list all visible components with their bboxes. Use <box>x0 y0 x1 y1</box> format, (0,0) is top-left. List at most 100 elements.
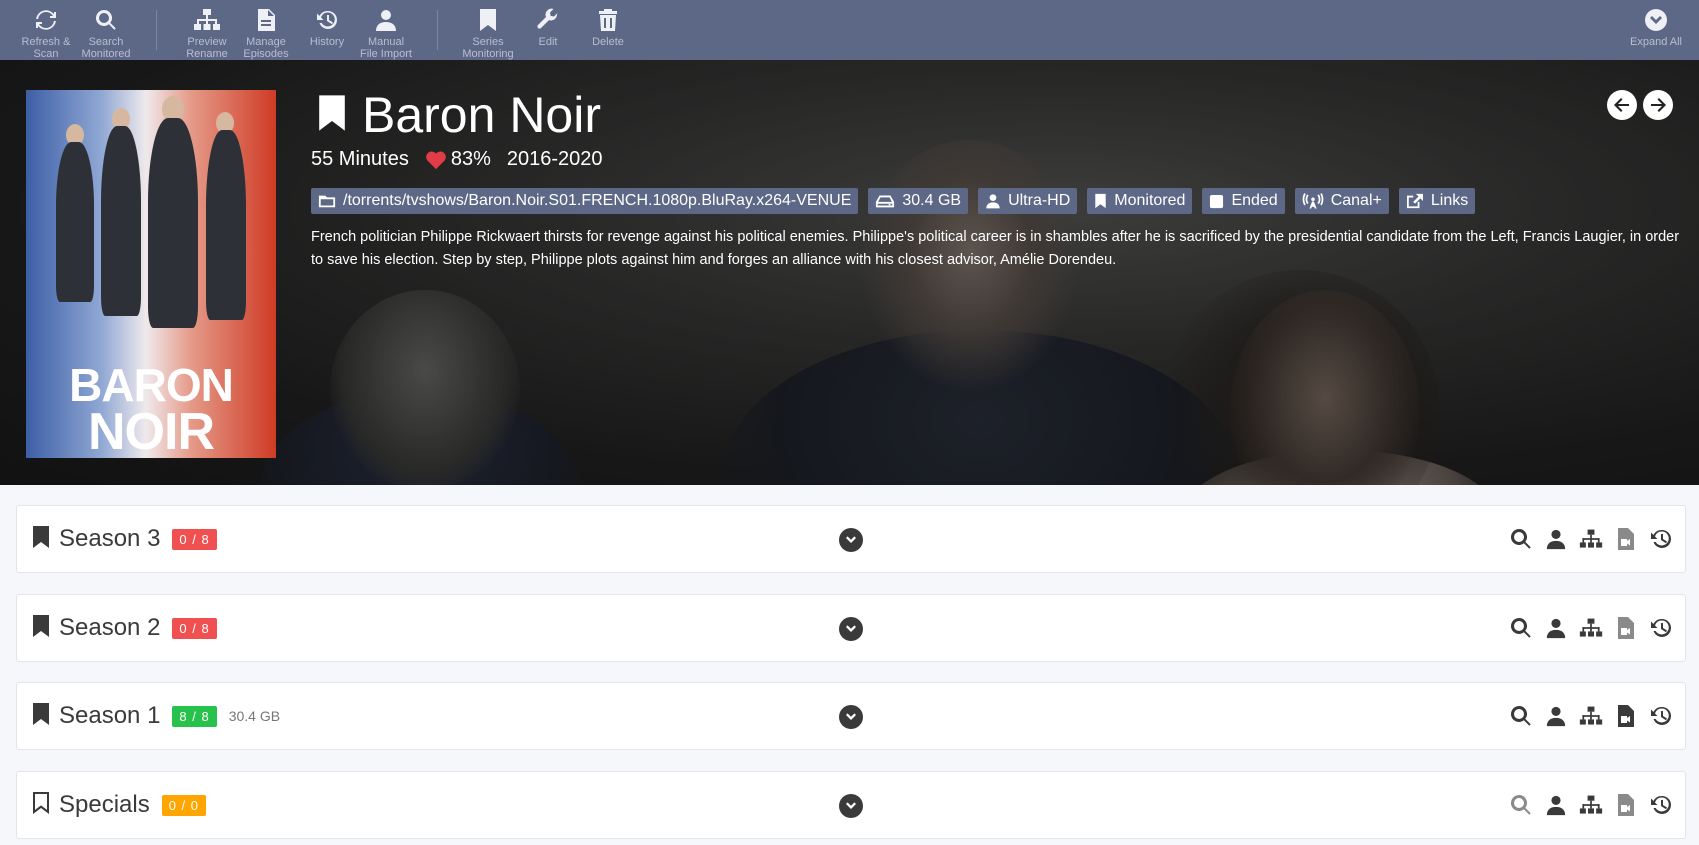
season-history-button[interactable] <box>1649 792 1673 818</box>
network-tag: Canal+ <box>1294 188 1389 214</box>
heart-icon <box>426 151 446 169</box>
rating: 83% <box>425 148 491 171</box>
series-title-row: Baron Noir <box>316 86 601 144</box>
manual-import-button[interactable]: Manual File Import <box>356 6 416 60</box>
path-tag: /torrents/tvshows/Baron.Noir.S01.FRENCH.… <box>311 188 859 214</box>
history-icon <box>1651 618 1671 637</box>
season-episodes-file-button[interactable] <box>1614 615 1638 641</box>
season-monitor-bookmark-icon[interactable] <box>31 702 51 731</box>
arrow-left-icon <box>1614 98 1629 112</box>
search-icon <box>94 6 118 34</box>
file-video-icon <box>1618 794 1634 816</box>
size-tag: 30.4 GB <box>868 188 969 214</box>
season-episodes-file-button[interactable] <box>1614 526 1638 552</box>
toolbar: Refresh & Scan Search Monitored Preview … <box>0 0 1699 60</box>
history-icon <box>1651 706 1671 725</box>
delete-button[interactable]: Delete <box>588 6 628 48</box>
user-icon <box>374 6 398 34</box>
series-overview: French politician Philippe Rickwaert thi… <box>311 229 1680 268</box>
wrench-icon <box>536 6 560 34</box>
season-size: 30.4 GB <box>228 708 281 724</box>
season-monitor-bookmark-icon[interactable] <box>31 614 51 643</box>
series-header: BARON NOIR Baron Noir 55 Minutes 83% 201… <box>0 60 1699 485</box>
sitemap-icon <box>1579 706 1603 725</box>
season-rename-button[interactable] <box>1579 615 1603 641</box>
chevron-circle-down-icon <box>1644 6 1668 34</box>
season-search-button[interactable] <box>1509 703 1533 729</box>
user-icon <box>1546 618 1566 639</box>
season-monitor-bookmark-icon[interactable] <box>31 525 51 554</box>
history-button[interactable]: History <box>304 6 350 48</box>
file-icon <box>256 6 276 34</box>
sitemap-icon <box>1579 795 1603 814</box>
season-rename-button[interactable] <box>1579 526 1603 552</box>
bookmark-icon <box>478 6 498 34</box>
season-manual-search-button[interactable] <box>1544 526 1568 552</box>
arrow-right-icon <box>1651 98 1666 112</box>
trash-icon <box>598 6 618 34</box>
expand-season-button[interactable] <box>839 794 863 818</box>
next-series-button[interactable] <box>1643 90 1673 120</box>
series-tags: /torrents/tvshows/Baron.Noir.S01.FRENCH.… <box>311 188 1476 214</box>
bookmark-icon <box>1095 193 1106 209</box>
series-poster: BARON NOIR <box>26 90 276 458</box>
season-history-button[interactable] <box>1649 615 1673 641</box>
season-row: Season 1 8 / 8 30.4 GB <box>16 682 1686 750</box>
refresh-icon <box>34 6 58 34</box>
expand-all-button[interactable]: Expand All <box>1626 6 1686 48</box>
season-manual-search-button[interactable] <box>1544 703 1568 729</box>
external-link-icon <box>1406 193 1423 209</box>
season-unmonitored-bookmark-icon[interactable] <box>31 791 51 820</box>
preview-rename-button[interactable]: Preview Rename <box>182 6 232 60</box>
season-search-button[interactable] <box>1509 615 1533 641</box>
sitemap-icon <box>1579 618 1603 637</box>
rating-value: 83% <box>450 148 491 170</box>
file-video-icon <box>1618 528 1634 550</box>
season-row: Specials 0 / 0 <box>16 771 1686 839</box>
season-episodes-file-button[interactable] <box>1614 792 1638 818</box>
runtime: 55 Minutes <box>311 148 409 170</box>
chevron-down-icon <box>846 536 856 543</box>
season-history-button[interactable] <box>1649 703 1673 729</box>
refresh-scan-button[interactable]: Refresh & Scan <box>20 6 72 60</box>
series-title: Baron Noir <box>362 87 601 143</box>
previous-series-button[interactable] <box>1607 90 1637 120</box>
season-search-button[interactable] <box>1509 792 1533 818</box>
user-icon <box>1546 706 1566 727</box>
toolbar-separator <box>156 10 157 50</box>
years: 2016-2020 <box>506 148 603 170</box>
season-row: Season 2 0 / 8 <box>16 594 1686 662</box>
links-tag[interactable]: Links <box>1398 188 1476 214</box>
sitemap-icon <box>1579 529 1603 548</box>
expand-season-button[interactable] <box>839 705 863 729</box>
user-icon <box>1546 795 1566 816</box>
file-video-icon <box>1618 617 1634 639</box>
hdd-icon <box>876 195 895 208</box>
episode-count-badge: 0 / 8 <box>172 528 217 550</box>
quality-profile-tag: Ultra-HD <box>978 188 1078 214</box>
season-rename-button[interactable] <box>1579 703 1603 729</box>
manage-episodes-button[interactable]: Manage Episodes <box>240 6 292 60</box>
season-rename-button[interactable] <box>1579 792 1603 818</box>
season-episodes-file-button[interactable] <box>1614 703 1638 729</box>
history-icon <box>1651 795 1671 814</box>
search-monitored-button[interactable]: Search Monitored <box>78 6 134 60</box>
search-icon <box>1510 617 1531 638</box>
season-search-button[interactable] <box>1509 526 1533 552</box>
season-manual-search-button[interactable] <box>1544 615 1568 641</box>
series-monitoring-button[interactable]: Series Monitoring <box>460 6 516 60</box>
history-icon <box>315 6 339 34</box>
season-name: Season 3 <box>59 525 161 552</box>
edit-button[interactable]: Edit <box>530 6 566 48</box>
file-video-icon <box>1618 705 1634 727</box>
poster-title-line: NOIR <box>88 403 215 458</box>
season-manual-search-button[interactable] <box>1544 792 1568 818</box>
monitor-toggle-bookmark-icon[interactable] <box>316 93 348 138</box>
user-icon <box>1546 529 1566 550</box>
expand-season-button[interactable] <box>839 617 863 641</box>
expand-season-button[interactable] <box>839 528 863 552</box>
series-meta: 55 Minutes 83% 2016-2020 <box>311 148 603 171</box>
search-icon <box>1510 794 1531 815</box>
season-history-button[interactable] <box>1649 526 1673 552</box>
chevron-down-icon <box>846 625 856 632</box>
